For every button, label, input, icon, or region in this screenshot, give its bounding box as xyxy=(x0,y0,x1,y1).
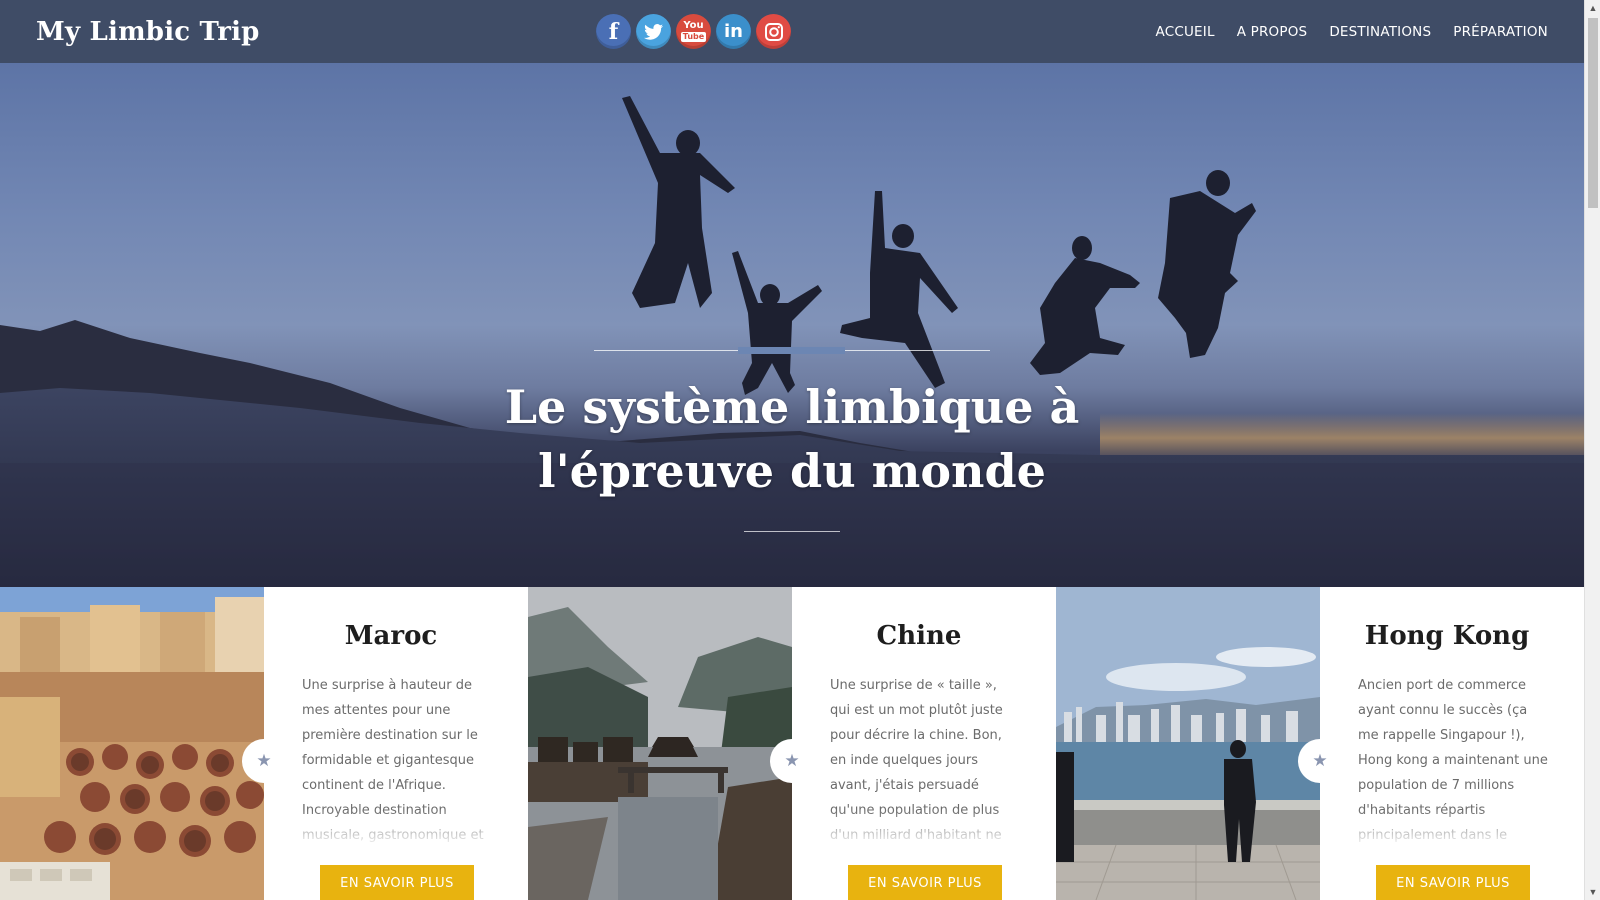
nav-a-propos[interactable]: A PROPOS xyxy=(1237,24,1308,40)
nav-destinations[interactable]: DESTINATIONS xyxy=(1329,24,1431,40)
main-nav: ACCUEIL A PROPOS DESTINATIONS PRÉPARATIO… xyxy=(1156,24,1548,40)
scrollbar-thumb[interactable] xyxy=(1588,18,1598,208)
destination-card: ★ Hong Kong Ancien port de commerce ayan… xyxy=(1056,587,1584,900)
hero-title: Le système limbique à l'épreuve du monde xyxy=(392,375,1192,503)
read-more-button[interactable]: EN SAVOIR PLUS xyxy=(1376,865,1530,900)
hero-banner: Le système limbique à l'épreuve du monde xyxy=(0,63,1584,587)
site-header: My Limbic Trip f You Tube in ACCUEIL A PR… xyxy=(0,0,1584,63)
read-more-button[interactable]: EN SAVOIR PLUS xyxy=(848,865,1002,900)
star-icon: ★ xyxy=(770,739,814,783)
youtube-icon[interactable]: You Tube xyxy=(676,14,711,49)
destination-photo-maroc[interactable] xyxy=(0,587,264,900)
social-links: f You Tube in xyxy=(596,14,791,49)
instagram-icon[interactable] xyxy=(756,14,791,49)
site-title[interactable]: My Limbic Trip xyxy=(36,17,596,47)
linkedin-icon[interactable]: in xyxy=(716,14,751,49)
destination-excerpt: Une surprise à hauteur de mes attentes p… xyxy=(302,678,484,843)
hero-divider-bottom xyxy=(744,531,840,532)
facebook-icon[interactable]: f xyxy=(596,14,631,49)
destination-excerpt: Ancien port de commerce ayant connu le s… xyxy=(1358,678,1548,843)
destination-panel: ★ Hong Kong Ancien port de commerce ayan… xyxy=(1298,587,1584,900)
destination-title[interactable]: Chine xyxy=(818,621,1020,651)
destination-title[interactable]: Maroc xyxy=(290,621,492,651)
scroll-down-icon[interactable]: ▼ xyxy=(1585,884,1600,900)
nav-accueil[interactable]: ACCUEIL xyxy=(1156,24,1215,40)
nav-preparation[interactable]: PRÉPARATION xyxy=(1453,24,1548,40)
hero-background-photo xyxy=(0,96,1584,587)
destination-title[interactable]: Hong Kong xyxy=(1346,621,1548,651)
page-scrollbar[interactable]: ▲ ▼ xyxy=(1584,0,1600,900)
hero-title-line-2: l'épreuve du monde xyxy=(538,444,1046,498)
hero-divider-accent xyxy=(738,347,845,354)
destination-panel: ★ Maroc Une surprise à hauteur de mes at… xyxy=(242,587,528,900)
destination-panel: ★ Chine Une surprise de « taille », qui … xyxy=(770,587,1056,900)
twitter-icon[interactable] xyxy=(636,14,671,49)
scroll-up-icon[interactable]: ▲ xyxy=(1585,0,1600,16)
read-more-button[interactable]: EN SAVOIR PLUS xyxy=(320,865,474,900)
star-icon: ★ xyxy=(1298,739,1342,783)
star-icon: ★ xyxy=(242,739,286,783)
destination-photo-chine[interactable] xyxy=(528,587,792,900)
destinations-grid: ★ Maroc Une surprise à hauteur de mes at… xyxy=(0,587,1584,900)
destination-excerpt: Une surprise de « taille », qui est un m… xyxy=(830,678,1003,843)
hero-title-line-1: Le système limbique à xyxy=(504,380,1080,434)
destination-card: ★ Maroc Une surprise à hauteur de mes at… xyxy=(0,587,528,900)
destination-photo-hong-kong[interactable] xyxy=(1056,587,1320,900)
destination-card: ★ Chine Une surprise de « taille », qui … xyxy=(528,587,1056,900)
